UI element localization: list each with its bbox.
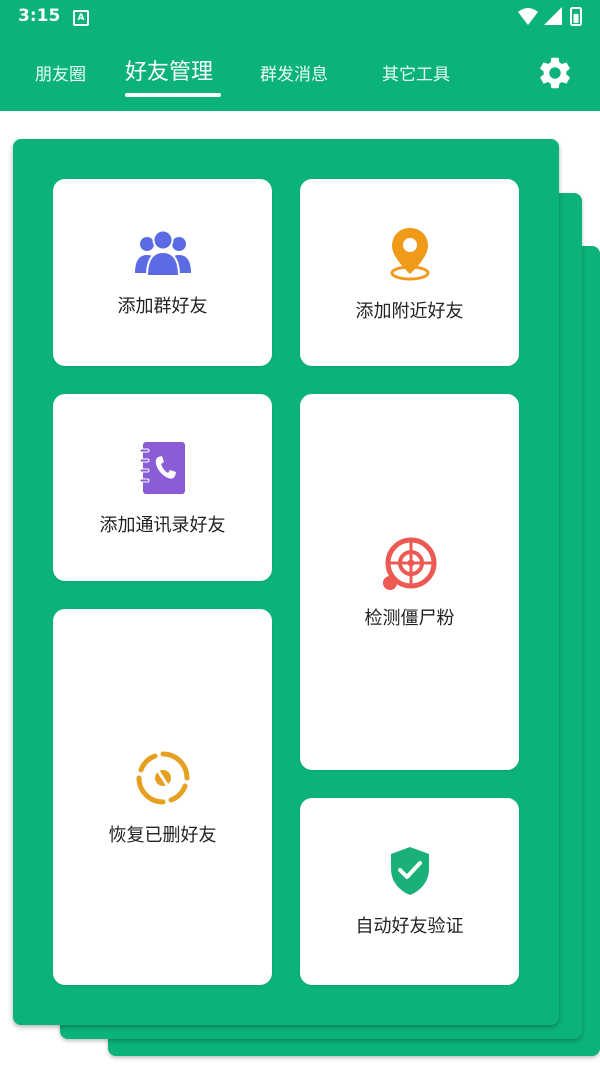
auto-friend-verification-card[interactable]: 自动好友验证: [300, 798, 519, 985]
add-group-friends-label: 添加群好友: [117, 296, 208, 317]
system-status-icons: [518, 7, 582, 26]
restore-deleted-friends-card[interactable]: 恢复已删好友: [53, 609, 272, 985]
gear-icon[interactable]: [536, 54, 574, 92]
wifi-icon: [518, 8, 538, 25]
active-tab-indicator: [125, 93, 221, 97]
add-contacts-friends-label: 添加通讯录好友: [99, 515, 226, 536]
signal-icon: [544, 7, 562, 25]
target-icon: [382, 537, 436, 590]
detect-zombie-fans-card[interactable]: 检测僵尸粉: [300, 394, 519, 770]
auto-friend-verification-label: 自动好友验证: [355, 916, 464, 937]
contacts-book-icon: [139, 442, 185, 494]
tab-bar: 朋友圈 好友管理 群发消息 其它工具: [0, 50, 600, 105]
restore-icon: [136, 751, 189, 805]
tab-other-tools[interactable]: 其它工具: [382, 60, 450, 85]
tab-moments[interactable]: 朋友圈: [35, 60, 86, 85]
add-nearby-friends-card[interactable]: 添加附近好友: [300, 179, 519, 366]
shield-check-icon: [390, 847, 429, 895]
status-bar: 3:15 A: [0, 0, 600, 34]
tab-mass-message[interactable]: 群发消息: [260, 60, 328, 85]
notification-icon: A: [73, 10, 89, 26]
location-pin-icon: [390, 228, 429, 281]
status-time: 3:15: [18, 6, 61, 26]
add-nearby-friends-label: 添加附近好友: [355, 301, 464, 322]
detect-zombie-fans-label: 检测僵尸粉: [364, 608, 455, 629]
card-stack-front-layer: 添加群好友 添加附近好友 添加通讯录好友 检测僵尸粉 恢复已删好友 自动好友验证: [13, 139, 559, 1025]
app-header: 3:15 A 朋友圈 好友管理 群发消息 其它工具: [0, 0, 600, 111]
tab-friend-management[interactable]: 好友管理: [125, 54, 213, 86]
add-contacts-friends-card[interactable]: 添加通讯录好友: [53, 394, 272, 581]
people-group-icon: [134, 229, 191, 277]
add-group-friends-card[interactable]: 添加群好友: [53, 179, 272, 366]
restore-deleted-friends-label: 恢复已删好友: [108, 825, 217, 846]
